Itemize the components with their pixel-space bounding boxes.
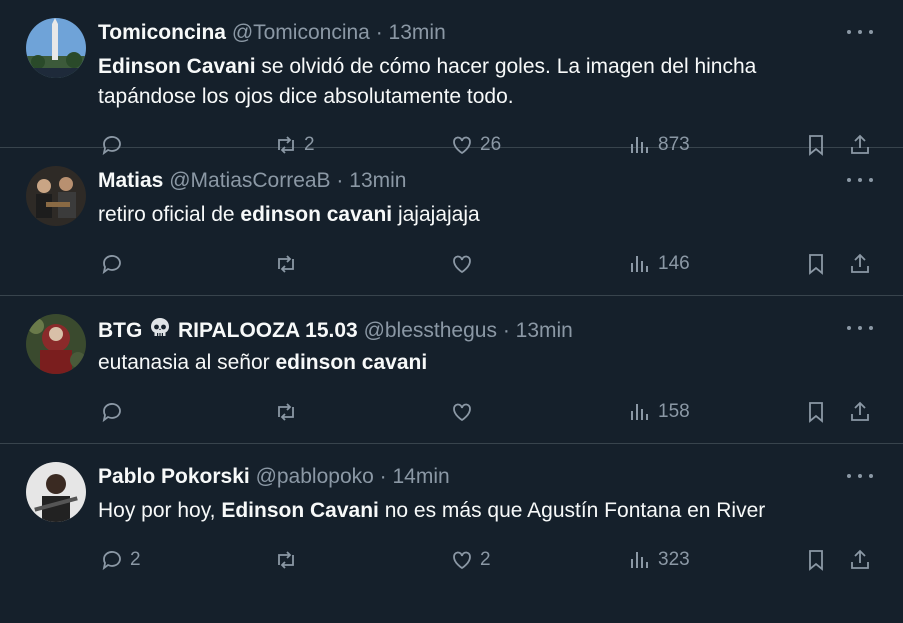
avatar[interactable]: [26, 462, 86, 522]
share-button[interactable]: [848, 545, 872, 575]
tweet-text-bold: edinson cavani: [275, 351, 428, 374]
heart-icon: [453, 551, 471, 570]
bookmark-button[interactable]: [804, 249, 828, 279]
like-button[interactable]: 2: [450, 545, 491, 575]
timestamp[interactable]: 13min: [516, 319, 573, 342]
retweet-icon: [278, 403, 294, 421]
reply-icon: [102, 551, 121, 571]
reply-button[interactable]: [100, 249, 130, 279]
like-button[interactable]: [450, 397, 480, 427]
reply-icon: [102, 255, 121, 275]
bookmark-button[interactable]: [804, 397, 828, 427]
tweet[interactable]: Pablo Pokorski @pablopoko · 14min Hoy po…: [0, 444, 903, 622]
more-options-icon[interactable]: [847, 318, 873, 338]
share-icon: [851, 253, 869, 273]
views-chart-icon: [631, 552, 648, 568]
tweet-text-bold: edinson cavani: [240, 203, 393, 226]
display-name-part: RIPALOOZA 15.03: [172, 319, 358, 342]
retweet-button[interactable]: [274, 397, 304, 427]
tweet[interactable]: Matias @MatiasCorreaB · 13min retiro ofi…: [0, 148, 903, 296]
tweet-header: BTG RIPALOOZA 15.03 @blessthegus · 13min: [98, 316, 573, 344]
tweet-text: retiro oficial de edinson cavani jajajaj…: [98, 200, 858, 230]
user-handle[interactable]: @MatiasCorreaB: [169, 169, 330, 192]
timestamp[interactable]: 13min: [389, 21, 446, 44]
user-handle[interactable]: @pablopoko: [256, 465, 374, 488]
display-name[interactable]: Tomiconcina: [98, 21, 226, 44]
views-button[interactable]: 158: [628, 397, 690, 427]
tweet-header: Matias @MatiasCorreaB · 13min: [98, 168, 406, 194]
retweet-icon: [278, 255, 294, 273]
tweet-actions: 2 2 323: [98, 545, 875, 575]
bookmark-icon: [809, 254, 823, 275]
share-button[interactable]: [848, 249, 872, 279]
tweet-text-bold: Edinson Cavani: [98, 55, 256, 78]
timestamp[interactable]: 13min: [349, 169, 406, 192]
tweet-text: Edinson Cavani se olvidó de cómo hacer g…: [98, 52, 858, 112]
bookmark-button[interactable]: [804, 545, 828, 575]
reply-count: 2: [130, 549, 141, 570]
timeline-feed: Tomiconcina @Tomiconcina · 13min Edinson…: [0, 0, 903, 622]
tweet-text-part: jajajajaja: [392, 203, 480, 226]
display-name[interactable]: Pablo Pokorski: [98, 465, 250, 488]
tweet-text: Hoy por hoy, Edinson Cavani no es más qu…: [98, 496, 858, 526]
avatar[interactable]: [26, 166, 86, 226]
tweet-actions: 158: [98, 397, 875, 427]
tweet-text-bold: Edinson Cavani: [221, 499, 379, 522]
tweet-header: Pablo Pokorski @pablopoko · 14min: [98, 464, 450, 490]
separator-dot: ·: [336, 169, 344, 192]
tweet[interactable]: Tomiconcina @Tomiconcina · 13min Edinson…: [0, 0, 903, 156]
reply-icon: [102, 403, 121, 423]
bookmark-icon: [809, 402, 823, 423]
user-handle[interactable]: @blessthegus: [364, 319, 497, 342]
share-button[interactable]: [848, 397, 872, 427]
tweet-text-part: Hoy por hoy,: [98, 499, 222, 522]
retweet-button[interactable]: [274, 545, 304, 575]
display-name[interactable]: BTG RIPALOOZA 15.03: [98, 318, 358, 342]
avatar[interactable]: [26, 18, 86, 78]
heart-icon: [453, 403, 471, 422]
views-count: 323: [658, 549, 690, 570]
skull-emoji-icon: [151, 318, 170, 336]
views-button[interactable]: 146: [628, 249, 690, 279]
tweet-text-part: eutanasia al señor: [98, 351, 276, 374]
share-icon: [851, 549, 869, 569]
separator-dot: ·: [375, 21, 383, 44]
tweet-text-part: no es más que Agustín Fontana en River: [378, 499, 766, 522]
separator-dot: ·: [502, 319, 510, 342]
retweet-icon: [278, 551, 294, 569]
display-name-part: BTG: [98, 319, 149, 342]
more-options-icon[interactable]: [847, 466, 873, 486]
views-button[interactable]: 323: [628, 545, 690, 575]
like-button[interactable]: [450, 249, 480, 279]
more-options-icon[interactable]: [847, 22, 873, 42]
tweet-text: eutanasia al señor edinson cavani: [98, 348, 858, 378]
reply-button[interactable]: [100, 397, 130, 427]
share-icon: [851, 401, 869, 421]
tweet[interactable]: BTG RIPALOOZA 15.03 @blessthegus · 13min…: [0, 296, 903, 444]
separator-dot: ·: [379, 465, 387, 488]
views-count: 146: [658, 253, 690, 274]
user-handle[interactable]: @Tomiconcina: [232, 21, 370, 44]
views-chart-icon: [631, 404, 648, 420]
display-name[interactable]: Matias: [98, 169, 163, 192]
views-chart-icon: [631, 256, 648, 272]
tweet-header: Tomiconcina @Tomiconcina · 13min: [98, 20, 446, 46]
like-count: 2: [480, 549, 491, 570]
heart-icon: [453, 255, 471, 274]
retweet-button[interactable]: [274, 249, 304, 279]
timestamp[interactable]: 14min: [393, 465, 450, 488]
avatar[interactable]: [26, 314, 86, 374]
views-count: 158: [658, 401, 690, 422]
bookmark-icon: [809, 550, 823, 571]
tweet-text-part: retiro oficial de: [98, 203, 241, 226]
reply-button[interactable]: 2: [100, 545, 141, 575]
more-options-icon[interactable]: [847, 170, 873, 190]
tweet-actions: 146: [98, 249, 875, 279]
